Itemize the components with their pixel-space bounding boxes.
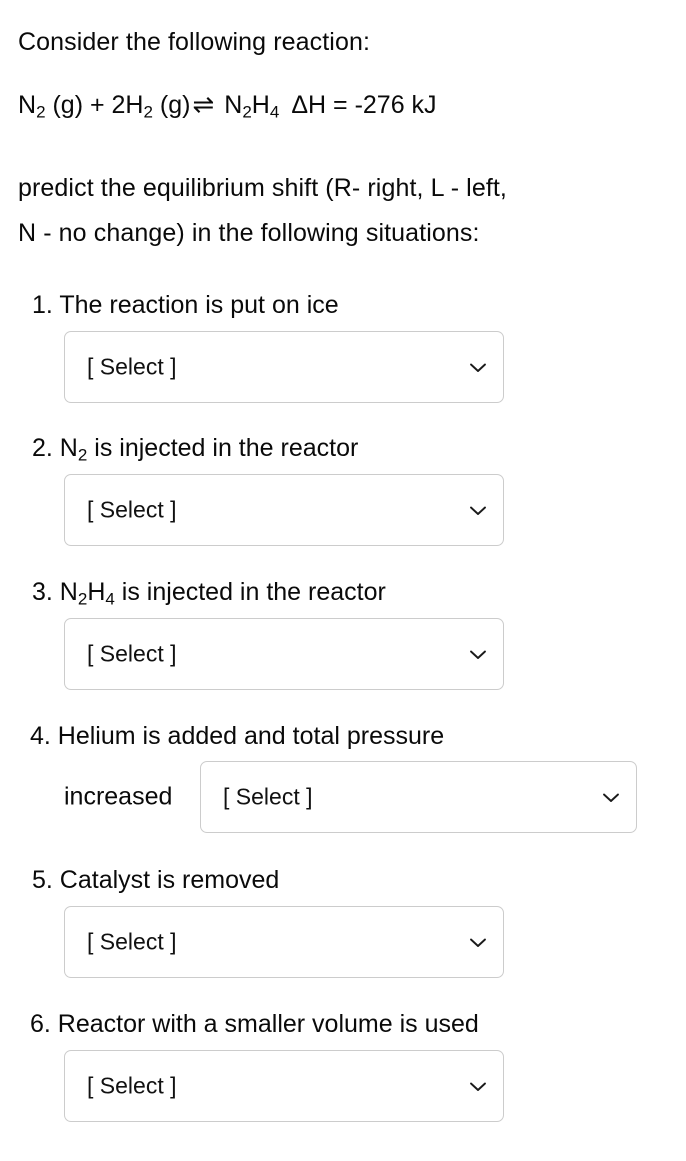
instruction-line-1: predict the equilibrium shift (R- right,…	[18, 174, 507, 202]
question-item-3: 3. N2H4 is injected in the reactor [ Sel…	[0, 575, 686, 690]
select-dropdown-3[interactable]: [ Select ]	[64, 618, 504, 690]
chevron-down-icon	[465, 641, 491, 667]
select-dropdown-1[interactable]: [ Select ]	[64, 331, 504, 403]
item-6-label: 6. Reactor with a smaller volume is used	[30, 1010, 479, 1038]
chevron-down-icon	[465, 929, 491, 955]
equation-product-n2h4: N2H4	[224, 91, 280, 122]
select-dropdown-6[interactable]: [ Select ]	[64, 1050, 504, 1122]
equation-reactant-n2: N2 (g)	[18, 91, 84, 122]
item-2-label: 2. N2 is injected in the reactor	[32, 434, 359, 465]
subscript: 4	[105, 589, 115, 609]
equation-enthalpy: ΔH = -276 kJ	[291, 91, 437, 119]
select-dropdown-5-value: [ Select ]	[87, 928, 177, 955]
question-item-6: 6. Reactor with a smaller volume is used…	[0, 1007, 686, 1122]
question-prompt: Consider the following reaction: N2 (g) …	[18, 20, 668, 127]
subscript: 2	[242, 102, 252, 122]
question-item-2: 2. N2 is injected in the reactor [ Selec…	[0, 431, 686, 546]
chevron-down-icon	[598, 784, 624, 810]
question-item-5: 5. Catalyst is removed [ Select ]	[0, 863, 686, 978]
question-item-4: 4. Helium is added and total pressure in…	[0, 719, 686, 833]
item-2-select-row: [ Select ]	[0, 474, 686, 546]
item-1-select-row: [ Select ]	[0, 331, 686, 403]
select-dropdown-4-value: [ Select ]	[223, 783, 313, 810]
equilibrium-arrow-icon: ⇌	[192, 89, 215, 119]
item-4-select-row: increased [ Select ]	[0, 761, 686, 833]
item-6-select-row: [ Select ]	[0, 1050, 686, 1122]
subscript: 2	[77, 589, 88, 609]
question-instructions: predict the equilibrium shift (R- right,…	[18, 166, 678, 256]
question-item-1: 1. The reaction is put on ice [ Select ]	[0, 288, 686, 403]
select-dropdown-6-value: [ Select ]	[87, 1072, 177, 1099]
item-1-label: 1. The reaction is put on ice	[32, 291, 339, 319]
chevron-down-icon	[465, 354, 491, 380]
item-3-label: 3. N2H4 is injected in the reactor	[32, 578, 386, 609]
instruction-line-2: N - no change) in the following situatio…	[18, 219, 480, 247]
select-dropdown-2[interactable]: [ Select ]	[64, 474, 504, 546]
question-page: Consider the following reaction: N2 (g) …	[0, 0, 686, 1161]
select-dropdown-5[interactable]: [ Select ]	[64, 906, 504, 978]
item-4-label: 4. Helium is added and total pressure	[30, 722, 445, 750]
item-5-label: 5. Catalyst is removed	[32, 866, 280, 894]
chemical-equation: N2 (g) + 2H2 (g)⇌ N2H4 ΔH = -276 kJ	[18, 82, 668, 127]
item-5-select-row: [ Select ]	[0, 906, 686, 978]
subscript: 2	[143, 102, 153, 122]
chevron-down-icon	[465, 497, 491, 523]
equation-reactant-h2: 2H2 (g)	[111, 91, 191, 122]
item-4-label-continuation: increased	[64, 782, 173, 811]
select-dropdown-1-value: [ Select ]	[87, 353, 177, 380]
subscript: 2	[77, 445, 88, 465]
subscript: 4	[269, 102, 280, 122]
equation-plus: +	[83, 91, 112, 119]
chevron-down-icon	[465, 1073, 491, 1099]
prompt-intro-text: Consider the following reaction:	[18, 28, 371, 56]
item-3-select-row: [ Select ]	[0, 618, 686, 690]
select-dropdown-2-value: [ Select ]	[87, 496, 177, 523]
subscript: 2	[36, 102, 46, 122]
select-dropdown-3-value: [ Select ]	[87, 640, 177, 667]
select-dropdown-4[interactable]: [ Select ]	[200, 761, 637, 833]
